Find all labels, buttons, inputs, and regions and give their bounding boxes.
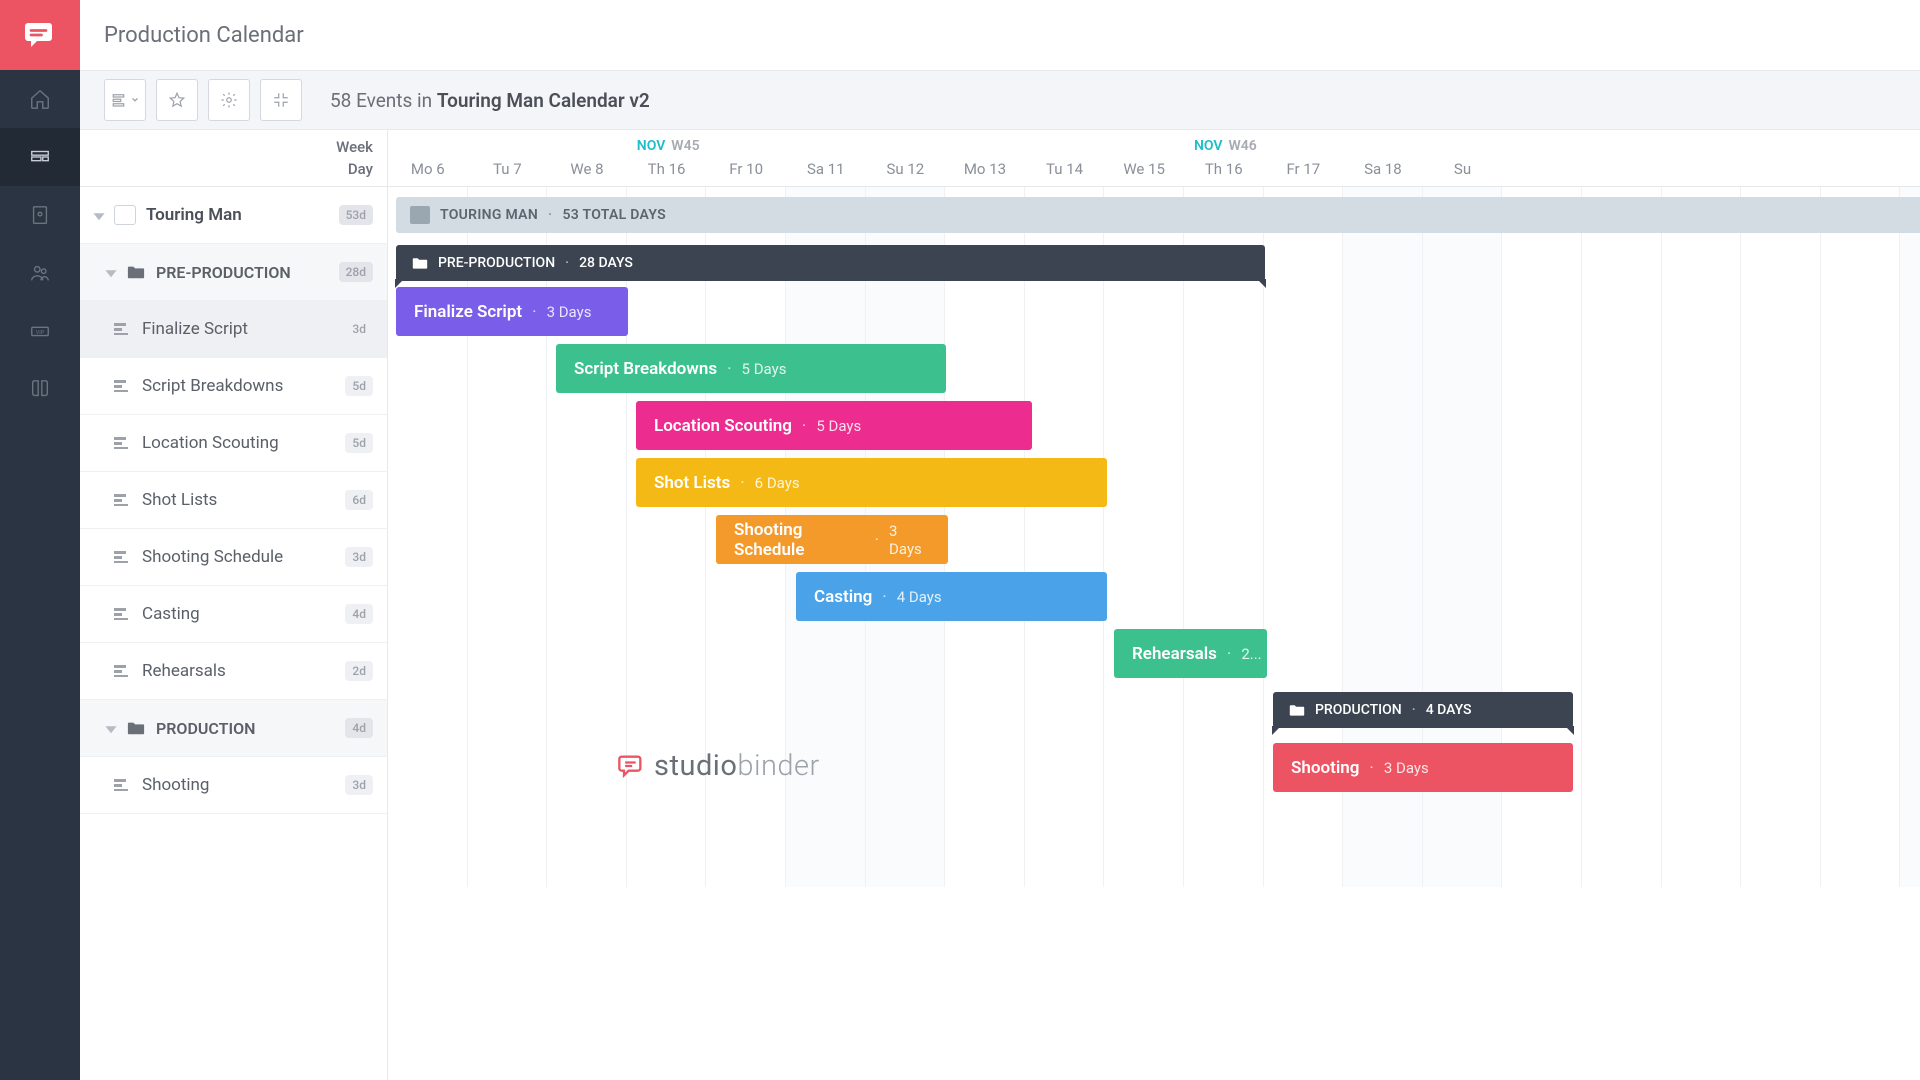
gantt-task-bar[interactable]: Shot Lists·6 Days (636, 458, 1107, 507)
gantt-day-label: Mo 6 (388, 160, 468, 178)
tree-task-row[interactable]: Script Breakdowns 5d (80, 358, 387, 415)
gantt-day-label: Tu 14 (1025, 160, 1105, 178)
task-icon (114, 436, 132, 450)
tree-task-row[interactable]: Casting 4d (80, 586, 387, 643)
gantt-day-label: Su (1423, 160, 1503, 178)
nav-calendar[interactable] (0, 128, 80, 186)
folder-icon (1289, 703, 1305, 717)
gantt-day-label: Th 16 (627, 160, 707, 178)
tree-task-row[interactable]: Shot Lists 6d (80, 472, 387, 529)
gantt-day-label: Fr 10 (706, 160, 786, 178)
nav-vip[interactable]: VIP (0, 302, 80, 360)
gantt-day-label: Fr 17 (1264, 160, 1344, 178)
gantt-day-label: Tu 7 (468, 160, 548, 178)
days-badge: 5d (345, 433, 373, 453)
gantt-section-bar-prod[interactable]: PRODUCTION·4 DAYS (1273, 692, 1573, 728)
gantt-header: NOVW45NOVW46 Mo 6Tu 7We 8Th 16Fr 10Sa 11… (388, 130, 1920, 187)
days-badge: 6d (345, 490, 373, 510)
gantt-day-label: We 15 (1104, 160, 1184, 178)
gantt-week-label: NOVW45 (637, 138, 700, 154)
tree-task-row[interactable]: Rehearsals 2d (80, 643, 387, 700)
task-icon (114, 322, 132, 336)
svg-text:VIP: VIP (36, 330, 45, 336)
days-badge: 53d (339, 205, 373, 225)
task-icon (114, 607, 132, 621)
days-badge: 5d (345, 376, 373, 396)
caret-down-icon (104, 265, 118, 279)
task-icon (114, 550, 132, 564)
gantt-task-bar[interactable]: Shooting·3 Days (1273, 743, 1573, 792)
nav-contacts[interactable] (0, 244, 80, 302)
caret-down-icon (104, 721, 118, 735)
tree-task-row[interactable]: Shooting 3d (80, 757, 387, 814)
toolbar-settings-button[interactable] (208, 79, 250, 121)
tree-task-row[interactable]: Location Scouting 5d (80, 415, 387, 472)
nav-docs[interactable] (0, 186, 80, 244)
app-logo[interactable] (0, 0, 80, 70)
gantt-day-label: Sa 11 (786, 160, 866, 178)
project-thumb-icon (410, 206, 430, 224)
watermark-logo: studiobinder (616, 749, 820, 783)
toolbar: 58 Events in Touring Man Calendar v2 (80, 70, 1920, 130)
gantt-task-bar[interactable]: Shooting Schedule·3 Days (716, 515, 948, 564)
gantt-day-label: Mo 13 (945, 160, 1025, 178)
task-icon (114, 664, 132, 678)
days-badge: 28d (339, 262, 373, 282)
days-badge: 3d (345, 775, 373, 795)
tree-project-row[interactable]: Touring Man 53d (80, 187, 387, 244)
folder-icon (412, 256, 428, 270)
tree-section-preprod[interactable]: PRE-PRODUCTION 28d (80, 244, 387, 301)
task-icon (114, 493, 132, 507)
days-badge: 4d (345, 718, 373, 738)
gantt-day-label: Sa 18 (1343, 160, 1423, 178)
tree-task-row[interactable]: Finalize Script 3d (80, 301, 387, 358)
toolbar-view-button[interactable] (104, 79, 146, 121)
gantt-task-bar[interactable]: Script Breakdowns·5 Days (556, 344, 946, 393)
days-badge: 2d (345, 661, 373, 681)
gantt-day-label: Th 16 (1184, 160, 1264, 178)
gantt-day-label: We 8 (547, 160, 627, 178)
task-tree: Week Day Touring Man 53d PRE-PRODUCTION … (80, 130, 388, 1080)
toolbar-summary: 58 Events in Touring Man Calendar v2 (330, 89, 650, 112)
nav-rail: VIP (0, 0, 80, 1080)
gantt-task-bar[interactable]: Casting·4 Days (796, 572, 1107, 621)
toolbar-collapse-button[interactable] (260, 79, 302, 121)
gantt-task-bar[interactable]: Rehearsals·2... (1114, 629, 1267, 678)
folder-icon (126, 262, 146, 282)
page-title: Production Calendar (80, 0, 1920, 70)
gantt-chart[interactable]: NOVW45NOVW46 Mo 6Tu 7We 8Th 16Fr 10Sa 11… (388, 130, 1920, 1080)
days-badge: 3d (345, 319, 373, 339)
days-badge: 4d (345, 604, 373, 624)
toolbar-star-button[interactable] (156, 79, 198, 121)
caret-down-icon (92, 208, 106, 222)
gantt-task-bar[interactable]: Finalize Script·3 Days (396, 287, 628, 336)
days-badge: 3d (345, 547, 373, 567)
tree-header: Week Day (80, 130, 387, 187)
task-icon (114, 778, 132, 792)
gantt-day-label: Su 12 (866, 160, 946, 178)
nav-library[interactable] (0, 360, 80, 418)
gantt-section-bar-preprod[interactable]: PRE-PRODUCTION·28 DAYS (396, 245, 1265, 281)
tree-section-prod[interactable]: PRODUCTION 4d (80, 700, 387, 757)
nav-home[interactable] (0, 70, 80, 128)
folder-icon (126, 718, 146, 738)
project-icon (114, 205, 136, 225)
gantt-week-label: NOVW46 (1194, 138, 1257, 154)
tree-task-row[interactable]: Shooting Schedule 3d (80, 529, 387, 586)
task-icon (114, 379, 132, 393)
gantt-task-bar[interactable]: Location Scouting·5 Days (636, 401, 1032, 450)
gantt-project-bar[interactable]: TOURING MAN·53 TOTAL DAYS (396, 197, 1920, 233)
